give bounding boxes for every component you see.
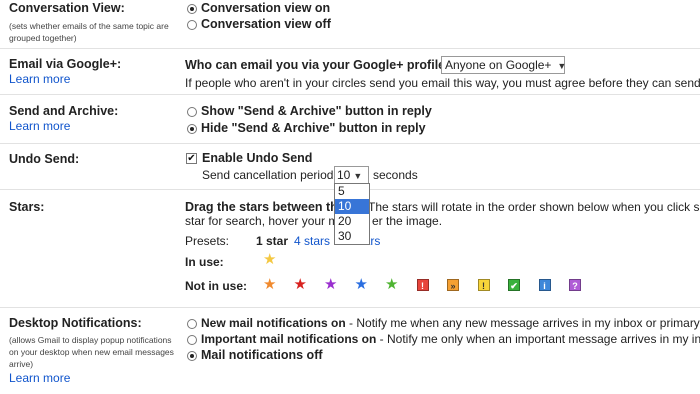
important-mail-notifications-radio[interactable] <box>187 335 197 345</box>
mail-notifications-off-radio[interactable] <box>187 351 197 361</box>
send-archive-row: Send and Archive: Learn more Show "Send … <box>0 95 700 144</box>
stars-instructions-line2a: star for search, hover your mo <box>185 214 346 228</box>
new-mail-notifications-label: New mail notifications on <box>201 316 346 330</box>
period-option[interactable]: 20 <box>335 214 369 229</box>
send-archive-label: Send and Archive: <box>9 104 119 118</box>
mail-notifications-off-label[interactable]: Mail notifications off <box>201 348 323 362</box>
purple-question-icon[interactable]: ? <box>569 279 581 291</box>
orange-guillemet-icon[interactable]: » <box>447 279 459 291</box>
important-mail-notifications-desc: - Notify me only when an important messa… <box>376 332 700 346</box>
send-archive-show-radio[interactable] <box>187 107 197 117</box>
presets-label: Presets: <box>185 234 230 248</box>
send-archive-learn-more-link[interactable]: Learn more <box>9 119 70 133</box>
chevron-down-icon: ▼ <box>353 171 363 181</box>
cancellation-period-dropdown[interactable]: 5 10 20 30 <box>334 183 370 245</box>
preset-4-stars[interactable]: 4 stars <box>294 234 330 248</box>
blue-star-icon[interactable]: ★ <box>355 277 368 292</box>
conversation-off-label[interactable]: Conversation view off <box>201 17 331 31</box>
conversation-on-radio[interactable] <box>187 4 197 14</box>
orange-star-icon[interactable]: ★ <box>263 277 276 292</box>
conversation-off-radio[interactable] <box>187 20 197 30</box>
period-option[interactable]: 30 <box>335 229 369 244</box>
conversation-on-label[interactable]: Conversation view on <box>201 1 330 15</box>
new-mail-notifications-option[interactable]: New mail notifications on - Notify me wh… <box>201 316 700 330</box>
red-star-icon[interactable]: ★ <box>294 277 307 292</box>
period-option[interactable]: 5 <box>335 184 369 199</box>
send-archive-hide-radio[interactable] <box>187 124 197 134</box>
desktop-notifications-label: Desktop Notifications: <box>9 316 142 330</box>
google-plus-select-value: Anyone on Google+ <box>445 58 552 72</box>
desktop-notifications-description-1: (allows Gmail to display popup notificat… <box>9 335 172 345</box>
google-plus-select[interactable]: Anyone on Google+ ▼ <box>441 56 567 74</box>
cancellation-period-value: 10 <box>337 168 351 182</box>
important-mail-notifications-label: Important mail notifications on <box>201 332 377 346</box>
google-plus-description: If people who aren't in your circles sen… <box>185 76 700 90</box>
in-use-label: In use: <box>185 255 224 269</box>
desktop-notifications-description-2: on your desktop when new email messages <box>9 347 174 357</box>
stars-label: Stars: <box>9 200 45 214</box>
chevron-down-icon: ▼ <box>557 61 567 71</box>
cancellation-period-label: Send cancellation period: <box>202 168 337 182</box>
google-plus-learn-more-link[interactable]: Learn more <box>9 72 70 86</box>
google-plus-row: Email via Google+: Learn more Who can em… <box>0 49 700 95</box>
stars-instructions-a: Drag the stars between the <box>185 200 345 214</box>
conversation-view-description: (sets whether emails of the same topic a… <box>9 21 169 43</box>
send-archive-show-label[interactable]: Show "Send & Archive" button in reply <box>201 104 432 118</box>
conversation-view-label: Conversation View: <box>9 1 125 15</box>
undo-send-label: Undo Send: <box>9 152 80 166</box>
green-star-icon[interactable]: ★ <box>385 277 398 292</box>
blue-info-icon[interactable]: i <box>538 279 551 291</box>
send-archive-hide-label[interactable]: Hide "Send & Archive" button in reply <box>201 121 426 135</box>
green-check-icon[interactable]: ✔ <box>508 279 520 291</box>
cancellation-period-select[interactable]: 10 ▼ <box>334 166 369 184</box>
undo-send-checkbox-label[interactable]: Enable Undo Send <box>202 151 312 165</box>
google-plus-label: Email via Google+: <box>9 57 122 71</box>
new-mail-notifications-desc: - Notify me when any new message arrives… <box>345 316 700 330</box>
red-bang-icon[interactable]: ! <box>416 279 429 291</box>
yellow-star-icon[interactable]: ★ <box>263 252 276 267</box>
yellow-bang-icon[interactable]: ! <box>477 279 490 291</box>
desktop-notifications-row: Desktop Notifications: (allows Gmail to … <box>0 308 700 394</box>
undo-send-checkbox[interactable]: ✔ <box>186 153 197 164</box>
desktop-notifications-description-3: arrive) <box>9 359 34 369</box>
google-plus-question: Who can email you via your Google+ profi… <box>185 58 453 72</box>
conversation-view-row: Conversation View: (sets whether emails … <box>0 0 700 49</box>
important-mail-notifications-option[interactable]: Important mail notifications on - Notify… <box>201 332 700 346</box>
desktop-notifications-learn-more-link[interactable]: Learn more <box>9 371 70 385</box>
stars-instructions-b: The stars will rotate in the order shown… <box>368 200 700 214</box>
period-option[interactable]: 10 <box>335 199 369 214</box>
cancellation-period-unit: seconds <box>373 168 418 182</box>
new-mail-notifications-radio[interactable] <box>187 319 197 329</box>
not-in-use-label: Not in use: <box>185 279 247 293</box>
purple-star-icon[interactable]: ★ <box>324 277 337 292</box>
stars-instructions-line2b: er the image. <box>372 214 443 228</box>
preset-1-star[interactable]: 1 star <box>256 234 288 248</box>
